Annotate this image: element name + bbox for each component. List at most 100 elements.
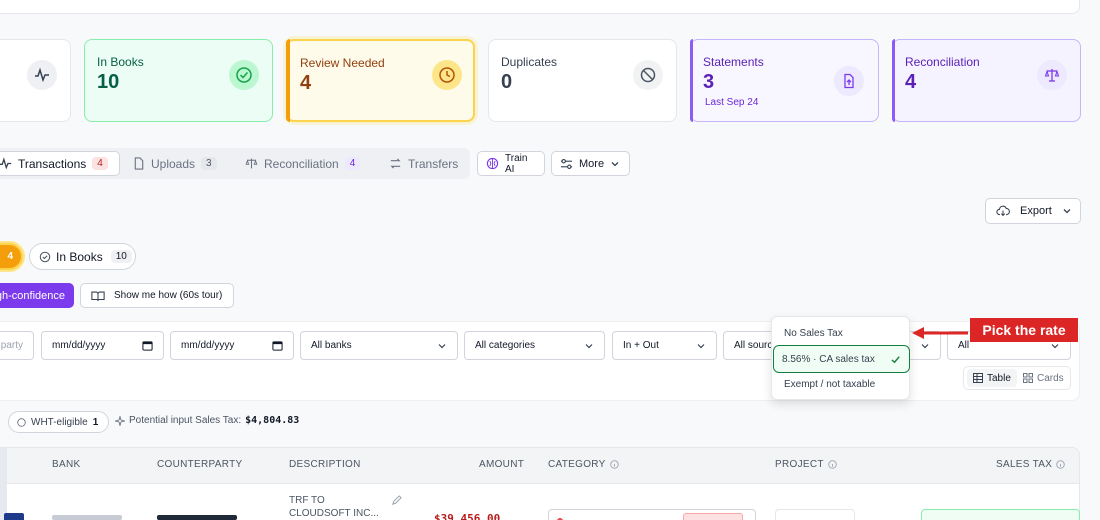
option-label: Exempt / not taxable — [784, 378, 876, 390]
tab-reconciliation-label: Reconciliation — [264, 156, 339, 171]
book-open-icon — [91, 290, 105, 302]
in-books-chip-label: In Books — [56, 249, 103, 264]
chevron-down-icon — [584, 341, 594, 351]
info-icon — [609, 460, 619, 469]
option-no-sales-tax[interactable]: No Sales Tax — [776, 322, 906, 344]
sparkle-icon — [115, 415, 125, 426]
review-needed-card[interactable]: Review Needed 4 — [286, 39, 475, 122]
row-description-line2: CLOUDSOFT INC... — [289, 508, 379, 519]
file-upload-icon — [834, 66, 864, 96]
top-header-bar — [0, 0, 1080, 14]
tab-transactions[interactable]: Transactions 4 — [0, 151, 120, 176]
tab-uploads-count: 3 — [201, 157, 217, 170]
activity-icon — [27, 60, 57, 90]
chevron-down-icon — [696, 341, 706, 351]
scale-icon — [245, 157, 258, 170]
option-label: No Sales Tax — [784, 327, 843, 339]
categories-select[interactable]: All categories — [464, 331, 605, 360]
transactions-table — [0, 447, 1080, 520]
column-category-wrap[interactable]: CATEGORY — [548, 459, 619, 470]
wht-eligible-chip[interactable]: WHT-eligible 1 — [8, 411, 109, 433]
cards-view-button[interactable]: Cards — [1020, 369, 1068, 387]
row-bank-badge — [4, 513, 24, 520]
tab-uploads[interactable]: Uploads 3 — [133, 151, 217, 176]
category-badge — [683, 513, 743, 520]
wht-label: WHT-eligible — [31, 416, 88, 428]
tab-transfers[interactable]: Transfers — [389, 151, 458, 176]
statements-card-left-accent — [690, 39, 693, 122]
review-needed-label: Review Needed — [300, 56, 385, 70]
sales-tax-filter-value: All — [958, 340, 970, 351]
tab-uploads-label: Uploads — [151, 156, 196, 171]
row-category-select[interactable] — [548, 509, 756, 520]
counterparty-placeholder: party — [0, 340, 23, 351]
reconciliation-card[interactable]: Reconciliation 4 — [892, 39, 1081, 122]
file-icon — [133, 157, 145, 170]
direction-select[interactable]: In + Out — [612, 331, 717, 360]
grid-icon — [1023, 373, 1033, 383]
review-chip[interactable]: 4 — [0, 243, 23, 270]
tab-reconciliation-count: 4 — [344, 157, 361, 170]
high-confidence-button[interactable]: gh-confidence — [0, 283, 74, 308]
info-icon — [1056, 460, 1065, 469]
option-exempt[interactable]: Exempt / not taxable — [776, 373, 906, 395]
calendar-icon[interactable] — [272, 340, 283, 351]
in-books-chip[interactable]: In Books 10 — [29, 243, 136, 270]
chevron-down-icon — [1062, 206, 1072, 216]
row-amount: $39,456.00 — [434, 512, 500, 520]
row-sales-tax-select[interactable] — [921, 509, 1080, 520]
view-toggle: Table Cards — [963, 366, 1071, 390]
banks-select-value: All banks — [311, 340, 352, 351]
column-counterparty[interactable]: COUNTERPARTY — [157, 459, 242, 470]
train-ai-button[interactable]: Train AI — [477, 151, 545, 176]
option-ca-sales-tax[interactable]: 8.56% · CA sales tax — [773, 345, 910, 373]
table-view-button[interactable]: Table — [967, 369, 1017, 387]
select-column-header — [0, 448, 7, 484]
date-from-input[interactable]: mm/dd/yyyy — [41, 331, 164, 360]
column-sales-tax: SALES TAX — [996, 459, 1053, 470]
tab-transactions-count: 4 — [92, 157, 108, 170]
cards-view-label: Cards — [1037, 372, 1064, 384]
edit-description-icon[interactable] — [391, 495, 402, 506]
export-label: Export — [1020, 205, 1052, 217]
counterparty-input[interactable]: party — [0, 331, 34, 360]
duplicates-card[interactable]: Duplicates 0 — [488, 39, 677, 122]
review-chip-count: 4 — [7, 251, 13, 262]
statements-card[interactable]: Statements 3 Last Sep 24 — [690, 39, 879, 122]
activity-icon — [0, 157, 12, 170]
table-icon — [973, 373, 983, 383]
sales-tax-rate-dropdown: No Sales Tax 8.56% · CA sales tax Exempt… — [771, 316, 910, 400]
row-description-line1: TRF TO — [289, 495, 325, 506]
column-category: CATEGORY — [548, 459, 606, 470]
potential-sales-tax: Potential input Sales Tax: $4,804.83 — [115, 415, 299, 426]
column-description[interactable]: DESCRIPTION — [289, 459, 361, 470]
review-card-left-accent — [286, 39, 290, 122]
row-amount-value: $39,456.00 — [434, 512, 501, 520]
table-view-label: Table — [987, 372, 1011, 384]
cloud-download-icon — [996, 205, 1010, 218]
column-amount[interactable]: AMOUNT — [479, 459, 524, 470]
row-counterparty — [157, 515, 237, 520]
in-books-chip-count: 10 — [110, 250, 132, 263]
tour-button[interactable]: Show me how (60s tour) — [80, 283, 234, 308]
sliders-icon — [560, 158, 573, 170]
date-to-placeholder: mm/dd/yyyy — [181, 340, 235, 351]
column-project-wrap[interactable]: PROJECT — [775, 459, 837, 470]
date-to-input[interactable]: mm/dd/yyyy — [170, 331, 294, 360]
row-description[interactable]: TRF TO CLOUDSOFT INC... — [289, 494, 379, 520]
main-tabs: Transactions 4 Uploads 3 Reconciliation … — [0, 148, 470, 179]
brain-icon — [486, 157, 499, 170]
banks-select[interactable]: All banks — [300, 331, 458, 360]
row-project-select[interactable] — [775, 509, 855, 520]
activity-card[interactable] — [0, 39, 71, 122]
review-needed-value: 4 — [300, 72, 312, 94]
export-button[interactable]: Export — [985, 198, 1081, 224]
column-bank[interactable]: BANK — [52, 459, 80, 470]
calendar-icon[interactable] — [142, 340, 153, 351]
reconciliation-card-left-accent — [892, 39, 895, 122]
chevron-down-icon — [920, 341, 930, 351]
tab-reconciliation[interactable]: Reconciliation 4 — [245, 151, 361, 176]
in-books-card[interactable]: In Books 10 — [84, 39, 273, 122]
column-sales-tax-wrap[interactable]: SALES TAX — [996, 459, 1065, 470]
more-button[interactable]: More — [551, 151, 630, 176]
